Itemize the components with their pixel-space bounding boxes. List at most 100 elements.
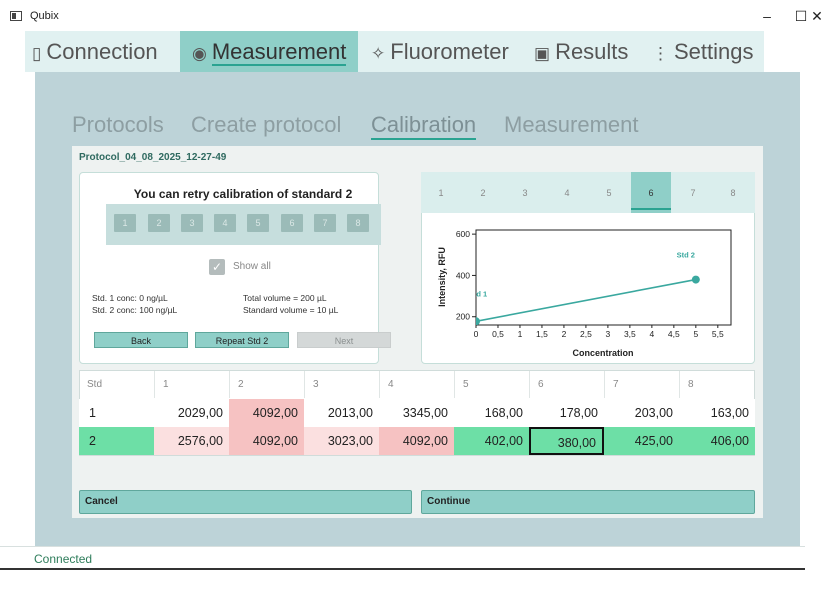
table-header-cell: 2: [229, 371, 304, 398]
table-cell[interactable]: 3345,00: [379, 399, 454, 427]
standard-button-8[interactable]: 8: [347, 214, 369, 232]
data-point[interactable]: [691, 275, 700, 284]
active-tab-underline: [631, 208, 671, 210]
table-cell[interactable]: 4092,00: [229, 399, 304, 427]
table-header-cell: 1: [154, 371, 229, 398]
table-cell[interactable]: 402,00: [454, 427, 529, 455]
data-point[interactable]: [472, 317, 480, 325]
plug-icon: ▯: [32, 44, 42, 63]
back-button[interactable]: Back: [94, 332, 188, 348]
nav-tab-connection[interactable]: ▯ Connection: [32, 31, 180, 72]
bar-chart-icon: ▣: [534, 44, 551, 63]
subtab-protocols[interactable]: Protocols: [72, 112, 164, 138]
table-header-cell: 3: [304, 371, 379, 398]
table-cell[interactable]: 163,00: [679, 399, 755, 427]
radio-icon: ◉: [192, 44, 207, 63]
x-tick-label: 4,5: [668, 329, 680, 339]
table-cell[interactable]: 2013,00: [304, 399, 379, 427]
retry-message: You can retry calibration of standard 2: [133, 187, 353, 201]
repeat-std-button[interactable]: Repeat Std 2: [195, 332, 289, 348]
chart-tab-5[interactable]: 5: [589, 172, 629, 213]
total-volume: Total volume = 200 µL: [243, 293, 327, 303]
chart-tab-3[interactable]: 3: [505, 172, 545, 213]
subtab-create-protocol[interactable]: Create protocol: [191, 112, 341, 138]
standard-button-4[interactable]: 4: [214, 214, 236, 232]
status-bar: [0, 546, 805, 570]
table-header-cell: Std: [87, 379, 103, 390]
standard-button-7[interactable]: 7: [314, 214, 336, 232]
nav-tab-fluorometer[interactable]: ✧ Fluorometer: [371, 31, 521, 72]
table-header-cell: 7: [604, 371, 679, 398]
x-tick-label: 2: [562, 329, 567, 339]
chart-tab-8[interactable]: 8: [713, 172, 753, 213]
nav-tab-measurement[interactable]: ◉ Measurement: [180, 31, 358, 72]
app-icon: [10, 11, 22, 21]
calibration-chart: 200 400 600 0 0,5 1 1,5 2 2,5 3 3,5 4 4,5 5 5,5 Inten…: [437, 229, 732, 358]
nav-tab-results[interactable]: ▣ Results: [534, 31, 644, 72]
table-cell[interactable]: 4092,00: [379, 427, 454, 455]
table-cell[interactable]: 168,00: [454, 399, 529, 427]
chart-tab-6[interactable]: 6: [631, 172, 671, 213]
chart-tab-4[interactable]: 4: [547, 172, 587, 213]
y-axis-label: Intensity, RFU: [437, 247, 447, 307]
x-tick-label: 0: [474, 329, 479, 339]
table-header-cell: 5: [454, 371, 529, 398]
chart-tab-7[interactable]: 7: [673, 172, 713, 213]
table-row-label: 1: [79, 399, 154, 427]
table-cell[interactable]: 2029,00: [154, 399, 229, 427]
x-tick-label: 4: [649, 329, 654, 339]
x-axis-ticks: 0 0,5 1 1,5 2 2,5 3 3,5 4 4,5 5 5,5: [474, 325, 724, 339]
x-tick-label: 2,5: [580, 329, 592, 339]
cancel-button[interactable]: Cancel: [79, 490, 412, 514]
x-tick-label: 1,5: [536, 329, 548, 339]
table-cell[interactable]: 4092,00: [229, 427, 304, 455]
y-tick-label: 400: [456, 270, 470, 280]
x-tick-label: 3,5: [624, 329, 636, 339]
x-tick-label: 3: [606, 329, 611, 339]
protocol-name: Protocol_04_08_2025_12-27-49: [79, 152, 227, 163]
y-tick-label: 600: [456, 229, 470, 239]
std1-concentration: Std. 1 conc: 0 ng/µL: [92, 293, 168, 303]
x-tick-label: 5: [693, 329, 698, 339]
data-point-label: Std 1: [469, 289, 487, 298]
connection-status: Connected: [34, 552, 93, 566]
close-button[interactable]: ✕: [806, 5, 828, 27]
table-header-cell: 6: [529, 371, 604, 398]
table-cell[interactable]: 425,00: [604, 427, 679, 455]
chart-tab-1[interactable]: 1: [421, 172, 461, 213]
standard-button-1[interactable]: 1: [114, 214, 136, 232]
next-button[interactable]: Next: [297, 332, 391, 348]
standard-button-2[interactable]: 2: [148, 214, 170, 232]
checkmark-icon: ✓: [211, 260, 223, 274]
x-tick-label: 0,5: [492, 329, 504, 339]
table-cell[interactable]: 2576,00: [154, 427, 229, 455]
standard-button-5[interactable]: 5: [247, 214, 269, 232]
subtab-calibration[interactable]: Calibration: [371, 112, 477, 140]
continue-button[interactable]: Continue: [421, 490, 755, 514]
y-tick-label: 200: [456, 312, 470, 322]
sparkle-icon: ✧: [371, 44, 386, 63]
y-axis-ticks: 200 400 600: [456, 229, 476, 322]
main-nav: ▯ Connection ◉ Measurement ✧ Fluorometer ▣ R…: [25, 31, 764, 72]
table-header-cell: 8: [679, 371, 755, 398]
standard-button-6[interactable]: 6: [281, 214, 303, 232]
subtab-measurement[interactable]: Measurement: [504, 112, 639, 138]
show-all-label: Show all: [233, 261, 271, 272]
table-cell[interactable]: 406,00: [679, 427, 755, 455]
title-bar: [0, 0, 828, 32]
data-point-label: Std 2: [677, 251, 695, 260]
table-cell[interactable]: 203,00: [604, 399, 679, 427]
x-tick-label: 1: [518, 329, 523, 339]
standard-button-3[interactable]: 3: [181, 214, 203, 232]
table-cell[interactable]: 3023,00: [304, 427, 379, 455]
x-tick-label: 5,5: [712, 329, 724, 339]
show-all-checkbox[interactable]: ✓: [209, 259, 225, 275]
minimize-button[interactable]: –: [752, 5, 782, 27]
window-title: Qubix: [30, 10, 59, 22]
table-cell-selected[interactable]: 380,00: [529, 427, 604, 455]
kebab-icon: ⋮: [652, 44, 669, 63]
nav-tab-settings[interactable]: ⋮ Settings: [652, 31, 764, 72]
chart-tab-2[interactable]: 2: [463, 172, 503, 213]
standard-volume: Standard volume = 10 µL: [243, 305, 339, 315]
table-cell[interactable]: 178,00: [529, 399, 604, 427]
